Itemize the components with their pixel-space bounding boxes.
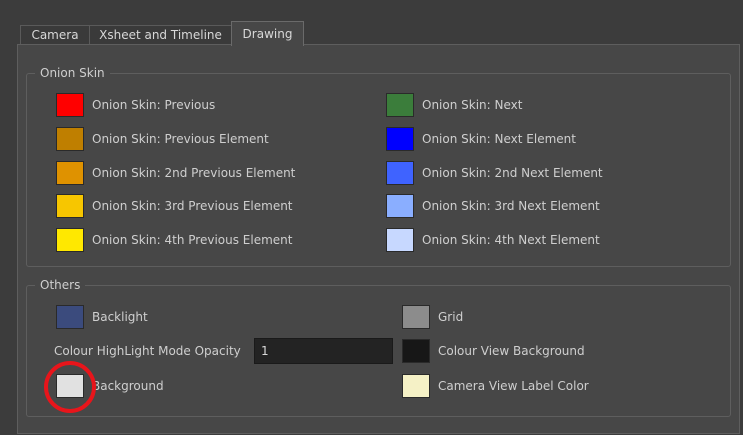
drawing-preferences-panel: Onion Skin Onion Skin: Previous Onion Sk… (17, 44, 740, 434)
onion-skin-previous-element-swatch[interactable] (56, 127, 84, 151)
onion-skin-4th-next-element-label: Onion Skin: 4th Next Element (422, 233, 600, 247)
colour-view-background-label: Colour View Background (438, 344, 585, 358)
grid-item[interactable]: Grid (402, 305, 463, 329)
grid-swatch[interactable] (402, 305, 430, 329)
camera-view-label-color-label: Camera View Label Color (438, 379, 589, 393)
onion-skin-previous-swatch[interactable] (56, 93, 84, 117)
backlight-item[interactable]: Backlight (56, 305, 148, 329)
onion-skin-next-item[interactable]: Onion Skin: Next (386, 93, 522, 117)
onion-skin-3rd-previous-element-label: Onion Skin: 3rd Previous Element (92, 199, 293, 213)
onion-skin-2nd-next-element-label: Onion Skin: 2nd Next Element (422, 166, 603, 180)
onion-skin-2nd-next-element-item[interactable]: Onion Skin: 2nd Next Element (386, 161, 603, 185)
onion-skin-4th-next-element-item[interactable]: Onion Skin: 4th Next Element (386, 228, 600, 252)
colour-view-background-swatch[interactable] (402, 339, 430, 363)
onion-skin-next-element-item[interactable]: Onion Skin: Next Element (386, 127, 576, 151)
onion-skin-3rd-next-element-label: Onion Skin: 3rd Next Element (422, 199, 600, 213)
camera-view-label-color-item[interactable]: Camera View Label Color (402, 374, 589, 398)
onion-skin-previous-item[interactable]: Onion Skin: Previous (56, 93, 215, 117)
onion-skin-3rd-previous-element-item[interactable]: Onion Skin: 3rd Previous Element (56, 194, 293, 218)
onion-skin-next-element-label: Onion Skin: Next Element (422, 132, 576, 146)
onion-skin-4th-previous-element-swatch[interactable] (56, 228, 84, 252)
tab-xsheet-and-timeline[interactable]: Xsheet and Timeline (89, 25, 232, 45)
colour-view-background-item[interactable]: Colour View Background (402, 339, 585, 363)
onion-skin-2nd-previous-element-item[interactable]: Onion Skin: 2nd Previous Element (56, 161, 295, 185)
onion-skin-next-swatch[interactable] (386, 93, 414, 117)
onion-skin-group: Onion Skin Onion Skin: Previous Onion Sk… (26, 65, 731, 267)
onion-skin-next-element-swatch[interactable] (386, 127, 414, 151)
onion-skin-3rd-previous-element-swatch[interactable] (56, 194, 84, 218)
others-group: Others Backlight Grid Colour HighLight M… (26, 277, 731, 417)
camera-view-label-color-swatch[interactable] (402, 374, 430, 398)
onion-skin-group-title: Onion Skin (35, 65, 110, 81)
onion-skin-3rd-next-element-item[interactable]: Onion Skin: 3rd Next Element (386, 194, 600, 218)
opacity-label: Colour HighLight Mode Opacity (54, 344, 241, 358)
opacity-input[interactable] (254, 338, 393, 364)
onion-skin-3rd-next-element-swatch[interactable] (386, 194, 414, 218)
background-label: Background (92, 379, 164, 393)
backlight-swatch[interactable] (56, 305, 84, 329)
onion-skin-2nd-next-element-swatch[interactable] (386, 161, 414, 185)
onion-skin-4th-next-element-swatch[interactable] (386, 228, 414, 252)
backlight-label: Backlight (92, 310, 148, 324)
onion-skin-2nd-previous-element-swatch[interactable] (56, 161, 84, 185)
onion-skin-previous-element-item[interactable]: Onion Skin: Previous Element (56, 127, 269, 151)
background-swatch[interactable] (56, 374, 84, 398)
onion-skin-previous-label: Onion Skin: Previous (92, 98, 216, 112)
onion-skin-previous-element-label: Onion Skin: Previous Element (92, 132, 269, 146)
onion-skin-next-label: Onion Skin: Next (422, 98, 523, 112)
onion-skin-4th-previous-element-label: Onion Skin: 4th Previous Element (92, 233, 293, 247)
tab-camera[interactable]: Camera (20, 25, 90, 45)
background-item[interactable]: Background (56, 374, 164, 398)
onion-skin-4th-previous-element-item[interactable]: Onion Skin: 4th Previous Element (56, 228, 292, 252)
onion-skin-2nd-previous-element-label: Onion Skin: 2nd Previous Element (92, 166, 296, 180)
others-group-title: Others (35, 277, 86, 293)
grid-label: Grid (438, 310, 464, 324)
tab-drawing[interactable]: Drawing (231, 21, 304, 46)
